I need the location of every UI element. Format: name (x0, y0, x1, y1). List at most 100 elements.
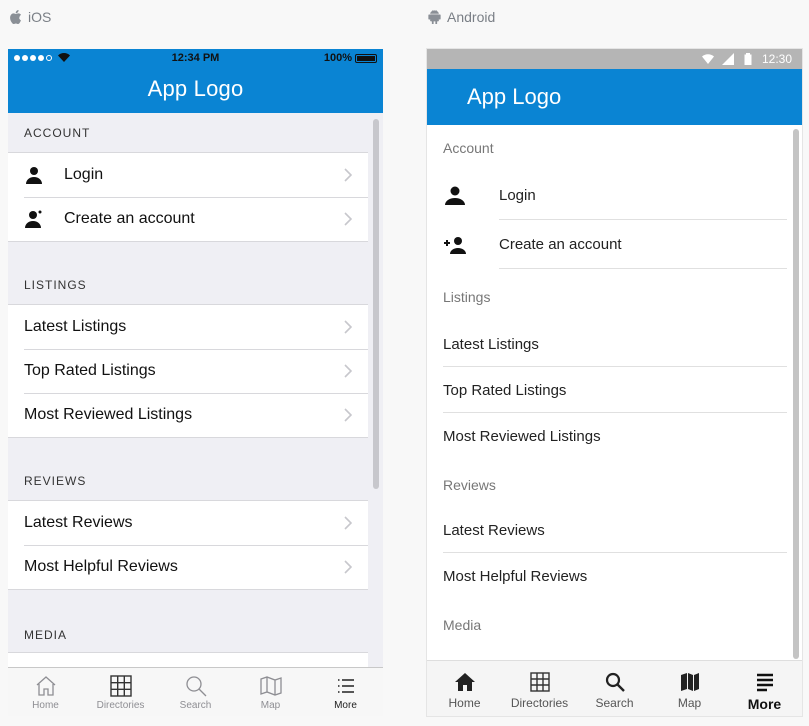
ios-section-header: REVIEWS (24, 474, 87, 488)
ios-nav-title: App Logo (8, 67, 383, 113)
android-bottom-nav: Home Directories Search Map More (427, 660, 802, 716)
android-tab-label: Home (448, 696, 481, 710)
android-row-label: Create an account (499, 236, 622, 253)
android-status-bar: 12:30 (427, 49, 802, 69)
android-platform-label: Android (428, 9, 495, 25)
grid-icon (529, 672, 550, 692)
android-most-reviewed-row[interactable]: Most Reviewed Listings (427, 413, 787, 459)
ios-login-row[interactable]: Login (8, 153, 368, 197)
android-tab-map[interactable]: Map (652, 661, 727, 716)
person-add-icon (25, 210, 42, 228)
android-tab-label: Search (595, 696, 634, 710)
ios-section-header: ACCOUNT (24, 126, 91, 140)
chevron-right-icon (344, 408, 352, 422)
android-menu-list: Account Login Create an account Listings… (427, 125, 787, 647)
chevron-right-icon (344, 212, 352, 226)
ios-menu-list: ACCOUNT Login Create an account LISTINGS… (8, 113, 368, 672)
ios-most-helpful-row[interactable]: Most Helpful Reviews (8, 545, 368, 589)
android-latest-listings-row[interactable]: Latest Listings (427, 321, 787, 367)
ios-login-label: Login (64, 166, 104, 183)
android-tab-more[interactable]: More (727, 661, 802, 716)
ios-tab-directories[interactable]: Directories (83, 668, 158, 716)
ios-group-listings: Latest Listings Top Rated Listings Most … (8, 304, 368, 438)
android-row-label: Latest Reviews (443, 521, 545, 539)
ios-top-rated-row[interactable]: Top Rated Listings (8, 349, 368, 393)
android-section-header: Reviews (443, 477, 496, 493)
android-row-label: Login (499, 187, 536, 204)
ios-row-label: Top Rated Listings (24, 362, 156, 379)
ios-row-label: Most Helpful Reviews (24, 558, 178, 575)
map-icon (259, 676, 282, 696)
android-section-header: Listings (443, 289, 491, 305)
chevron-right-icon (344, 516, 352, 530)
ios-group-account: Login Create an account (8, 152, 368, 242)
android-tab-home[interactable]: Home (427, 661, 502, 716)
ios-label-text: iOS (28, 9, 52, 25)
ios-create-account-row[interactable]: Create an account (8, 197, 368, 241)
ios-create-account-label: Create an account (64, 210, 195, 227)
home-icon (454, 673, 475, 691)
ios-row-label: Most Reviewed Listings (24, 406, 193, 423)
android-scrollbar[interactable] (793, 129, 799, 659)
chevron-right-icon (344, 364, 352, 378)
person-icon (445, 186, 465, 205)
android-section-header: Media (443, 617, 482, 633)
apple-icon (10, 10, 22, 24)
ios-section-header: LISTINGS (24, 278, 87, 292)
android-screen: 12:30 App Logo Account Login Create an a… (427, 49, 802, 716)
android-tab-label: Directories (510, 696, 569, 710)
ios-most-reviewed-row[interactable]: Most Reviewed Listings (8, 393, 368, 437)
android-row-label: Most Helpful Reviews (443, 567, 588, 585)
chevron-right-icon (344, 560, 352, 574)
person-add-icon (444, 236, 466, 254)
android-row-label: Latest Listings (443, 335, 539, 353)
android-row-label: Top Rated Listings (443, 381, 567, 399)
ios-tab-label: Map (260, 700, 281, 711)
wifi-icon (701, 54, 714, 64)
search-icon (185, 676, 206, 697)
battery-percent: 100% (323, 52, 352, 64)
ios-latest-listings-row[interactable]: Latest Listings (8, 305, 368, 349)
ios-tab-label: Search (179, 700, 212, 711)
ios-tab-map[interactable]: Map (233, 668, 308, 716)
ios-tab-bar: Home Directories Search Map More (8, 667, 383, 716)
menu-icon (756, 673, 773, 692)
grid-icon (109, 675, 132, 697)
android-create-account-row[interactable]: Create an account (427, 220, 787, 269)
ios-tab-label: Home (32, 700, 59, 711)
android-tab-directories[interactable]: Directories (502, 661, 577, 716)
map-icon (680, 673, 699, 691)
ios-section-header: MEDIA (24, 628, 68, 642)
ios-latest-reviews-row[interactable]: Latest Reviews (8, 501, 368, 545)
ios-screen: 12:34 PM 100% App Logo ACCOUNT Login Cre… (8, 49, 383, 716)
ios-row-label: Latest Listings (24, 318, 127, 335)
android-tab-label: More (747, 696, 782, 712)
android-label-text: Android (447, 9, 496, 25)
android-most-helpful-row[interactable]: Most Helpful Reviews (427, 553, 787, 599)
android-tab-search[interactable]: Search (577, 661, 652, 716)
ios-tab-more[interactable]: More (308, 668, 383, 716)
person-icon (26, 167, 42, 184)
android-latest-reviews-row[interactable]: Latest Reviews (427, 507, 787, 553)
ios-scrollbar[interactable] (373, 119, 379, 489)
ios-row-label: Latest Reviews (24, 514, 133, 531)
android-section-header: Account (443, 140, 494, 156)
home-icon (36, 676, 55, 696)
android-top-rated-row[interactable]: Top Rated Listings (427, 367, 787, 413)
android-tab-label: Map (677, 696, 702, 710)
ios-battery: 100% (324, 52, 377, 64)
battery-icon (355, 53, 377, 63)
ios-platform-label: iOS (9, 9, 51, 25)
signal-icon (721, 53, 734, 65)
ios-group-reviews: Latest Reviews Most Helpful Reviews (8, 500, 368, 590)
ios-tab-search[interactable]: Search (158, 668, 233, 716)
android-row-label: Most Reviewed Listings (443, 427, 601, 445)
search-icon (605, 672, 625, 692)
menu-icon (337, 679, 354, 693)
chevron-right-icon (344, 168, 352, 182)
chevron-right-icon (344, 320, 352, 334)
android-status-time: 12:30 (761, 52, 792, 66)
android-login-row[interactable]: Login (427, 171, 787, 220)
ios-tab-home[interactable]: Home (8, 668, 83, 716)
battery-icon (744, 53, 752, 65)
